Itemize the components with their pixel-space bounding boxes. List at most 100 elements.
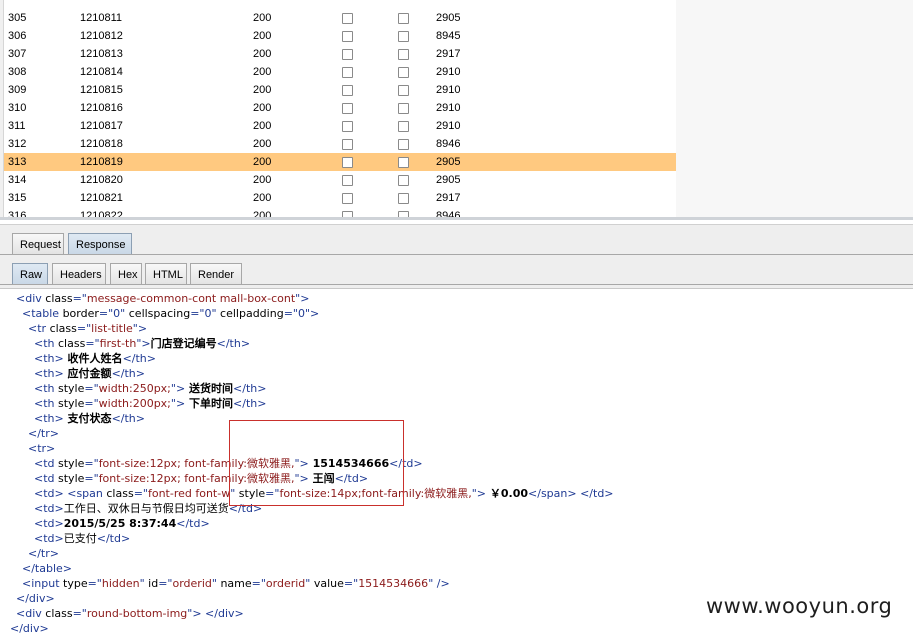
- cell-length: 2905: [436, 12, 461, 24]
- code-line: <td style="font-size:12px; font-family:微…: [34, 457, 423, 470]
- cell-payload: 1210818: [80, 138, 123, 150]
- table-row[interactable]: 308 1210814 200 2910: [4, 63, 676, 81]
- table-row[interactable]: 313 1210819 200 2905: [4, 153, 676, 171]
- table-row[interactable]: 310 1210816 200 2910: [4, 99, 676, 117]
- tab-hex[interactable]: Hex: [110, 263, 142, 285]
- tab-html[interactable]: HTML: [145, 263, 187, 285]
- cell-length: 2917: [436, 48, 461, 60]
- tab-response[interactable]: Response: [68, 233, 132, 255]
- code-line: <table border="0" cellspacing="0" cellpa…: [22, 307, 320, 320]
- table-row[interactable]: 309 1210815 200 2910: [4, 81, 676, 99]
- cell-request-number: 307: [8, 48, 27, 60]
- message-tabs: Request Response: [0, 224, 913, 259]
- cell-status: 200: [253, 192, 272, 204]
- cell-payload: 1210812: [80, 30, 123, 42]
- response-body[interactable]: <div class="message-common-cont mall-box…: [0, 288, 913, 636]
- checkbox[interactable]: [342, 157, 353, 168]
- cell-payload: 1210813: [80, 48, 123, 60]
- checkbox[interactable]: [342, 49, 353, 60]
- code-line: <td>已支付</td>: [34, 532, 131, 545]
- table-row[interactable]: 315 1210821 200 2917: [4, 189, 676, 207]
- checkbox[interactable]: [342, 139, 353, 150]
- checkbox[interactable]: [398, 175, 409, 186]
- cell-request-number: 310: [8, 102, 27, 114]
- code-line: <th> 支付状态</th>: [34, 412, 145, 425]
- table-row[interactable]: 306 1210812 200 8945: [4, 27, 676, 45]
- table-row[interactable]: 314 1210820 200 2905: [4, 171, 676, 189]
- cell-status: 200: [253, 12, 272, 24]
- code-line: <div class="round-bottom-img"> </div>: [16, 607, 244, 620]
- checkbox[interactable]: [342, 103, 353, 114]
- cell-status: 200: [253, 174, 272, 186]
- checkbox[interactable]: [398, 13, 409, 24]
- cell-length: 2910: [436, 120, 461, 132]
- tab-headers[interactable]: Headers: [52, 263, 106, 285]
- cell-request-number: 312: [8, 138, 27, 150]
- code-line: <th class="first-th">门店登记编号</th>: [34, 337, 251, 350]
- table-row[interactable]: 307 1210813 200 2917: [4, 45, 676, 63]
- checkbox[interactable]: [342, 85, 353, 96]
- cell-status: 200: [253, 156, 272, 168]
- cell-length: 2910: [436, 66, 461, 78]
- cell-status: 200: [253, 138, 272, 150]
- cell-payload: 1210816: [80, 102, 123, 114]
- cell-length: 2910: [436, 84, 461, 96]
- cell-status: 200: [253, 84, 272, 96]
- checkbox[interactable]: [398, 67, 409, 78]
- code-line: <tr class="list-title">: [28, 322, 148, 335]
- code-line: <div class="message-common-cont mall-box…: [16, 292, 310, 305]
- checkbox[interactable]: [398, 31, 409, 42]
- checkbox[interactable]: [342, 121, 353, 132]
- tab-request[interactable]: Request: [12, 233, 64, 255]
- tab-raw[interactable]: Raw: [12, 263, 48, 285]
- cell-length: 8946: [436, 138, 461, 150]
- cell-payload: 1210815: [80, 84, 123, 96]
- cell-payload: 1210814: [80, 66, 123, 78]
- cell-length: 2905: [436, 174, 461, 186]
- cell-length: 8945: [436, 30, 461, 42]
- results-rows: 305 1210811 200 2905 306 1210812 200 8945 307 121…: [4, 0, 676, 220]
- cell-request-number: 309: [8, 84, 27, 96]
- tab-render[interactable]: Render: [190, 263, 242, 285]
- cell-status: 200: [253, 66, 272, 78]
- code-line: <th> 应付金额</th>: [34, 367, 145, 380]
- table-row[interactable]: 311 1210817 200 2910: [4, 117, 676, 135]
- table-row[interactable]: 312 1210818 200 8946: [4, 135, 676, 153]
- checkbox[interactable]: [342, 175, 353, 186]
- tab-divider: [0, 284, 913, 285]
- checkbox[interactable]: [342, 193, 353, 204]
- cell-request-number: 306: [8, 30, 27, 42]
- code-line: <td> <span class="font-red font-w" style…: [34, 487, 614, 500]
- code-line: </div>: [10, 622, 49, 635]
- code-line: <td style="font-size:12px; font-family:微…: [34, 472, 369, 485]
- horizontal-splitter[interactable]: [0, 217, 913, 220]
- table-row[interactable]: 305 1210811 200 2905: [4, 9, 676, 27]
- cell-status: 200: [253, 102, 272, 114]
- table-row-partial[interactable]: [4, 0, 676, 9]
- cell-status: 200: [253, 120, 272, 132]
- cell-length: 2905: [436, 156, 461, 168]
- code-line: </table>: [22, 562, 72, 575]
- cell-payload: 1210811: [80, 12, 123, 24]
- checkbox[interactable]: [398, 139, 409, 150]
- code-line: <input type="hidden" id="orderid" name="…: [22, 577, 450, 590]
- checkbox[interactable]: [342, 67, 353, 78]
- checkbox[interactable]: [398, 49, 409, 60]
- checkbox[interactable]: [342, 13, 353, 24]
- cell-request-number: 313: [8, 156, 27, 168]
- results-table: 305 1210811 200 2905 306 1210812 200 8945 307 121…: [0, 0, 913, 220]
- checkbox[interactable]: [398, 193, 409, 204]
- code-line: <td>工作日、双休日与节假日均可送货</td>: [34, 502, 263, 515]
- code-line: <th style="width:200px;"> 下单时间</th>: [34, 397, 267, 410]
- checkbox[interactable]: [398, 85, 409, 96]
- checkbox[interactable]: [398, 121, 409, 132]
- checkbox[interactable]: [342, 31, 353, 42]
- watermark: www.wooyun.org: [706, 594, 893, 618]
- cell-request-number: 311: [8, 120, 26, 132]
- tab-divider: [0, 254, 913, 255]
- cell-length: 2917: [436, 192, 461, 204]
- cell-status: 200: [253, 48, 272, 60]
- checkbox[interactable]: [398, 157, 409, 168]
- cell-status: 200: [253, 30, 272, 42]
- checkbox[interactable]: [398, 103, 409, 114]
